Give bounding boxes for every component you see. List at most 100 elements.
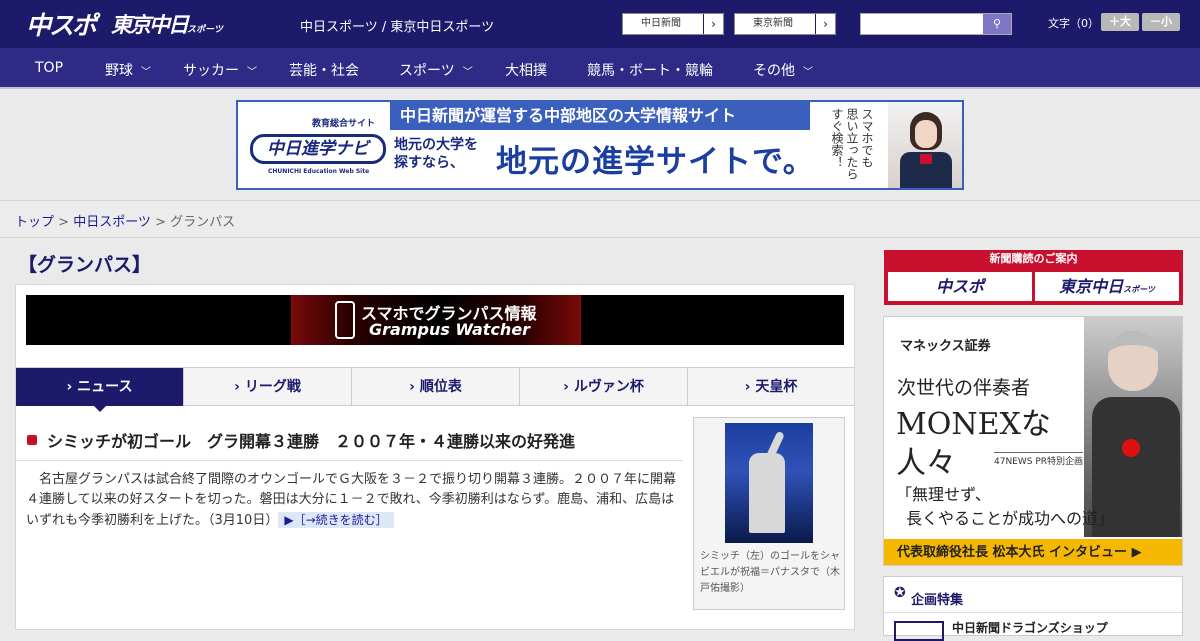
shingaku-navi-logo: 教育総合サイト 中日進学ナビ CHUNICHI Education Web Si… xyxy=(242,108,392,184)
tokyo-logo-small: スポーツ xyxy=(187,25,223,35)
nav-item-racing[interactable]: 競馬・ボート・競輪 xyxy=(587,60,713,80)
monex-quote-line1: 「無理せず、 xyxy=(896,485,991,504)
feature-thumbnail[interactable] xyxy=(894,621,944,641)
nav-label: 芸能・社会 xyxy=(289,63,359,79)
nav-item-soccer[interactable]: サッカー ﹀ xyxy=(183,60,257,80)
chevron-down-icon: ﹀ xyxy=(803,67,813,78)
search-icon: ⚲ xyxy=(992,17,1002,30)
subscription-box: 新聞購読のご案内 中スポ 東京中日スポーツ xyxy=(884,250,1183,305)
monex-line2: MONEXな xyxy=(896,407,1051,442)
photo-caption: シミッチ（左）のゴールをシャビエルが祝福＝パナスタで（木戸佑撮影） xyxy=(700,551,840,594)
nav-label: 競馬・ボート・競輪 xyxy=(587,63,713,79)
main-nav: TOP 野球 ﹀ サッカー ﹀ 芸能・社会 スポーツ ﹀ 大相撲 競馬・ボート・競輪 … xyxy=(0,48,1200,89)
search-box: ⚲ xyxy=(860,13,1012,35)
tab-league[interactable]: › リーグ戦 xyxy=(184,368,352,406)
model-face xyxy=(915,120,937,148)
nav-label: 大相撲 xyxy=(505,63,547,79)
tokyo-shimbun-button[interactable]: 東京新聞 › xyxy=(734,13,836,35)
grampus-watcher-center: スマホでグランパス情報 Grampus Watcher xyxy=(291,295,581,345)
logo-sub-text: CHUNICHI Education Web Site xyxy=(268,168,370,175)
nav-item-entertainment[interactable]: 芸能・社会 xyxy=(289,60,359,80)
divider xyxy=(16,460,683,461)
tab-levain-cup[interactable]: › ルヴァン杯 xyxy=(520,368,688,406)
chevron-down-icon: ﹀ xyxy=(247,67,257,78)
feature-title: 企画特集 xyxy=(911,593,964,608)
grampus-watcher-banner[interactable]: スマホでグランパス情報 Grampus Watcher xyxy=(26,295,844,345)
logo-main-text: 中日進学ナビ xyxy=(250,134,386,164)
tab-standings[interactable]: › 順位表 xyxy=(352,368,520,406)
logo-small-text: 教育総合サイト xyxy=(312,119,376,129)
monex-interview-bar: 代表取締役社長 松本大氏 インタビュー ▶ xyxy=(884,539,1182,565)
tab-news[interactable]: › ニュース xyxy=(16,368,184,412)
banner-vertical-3: すぐ検索！ xyxy=(830,108,844,168)
article-headline[interactable]: シミッチが初ゴール グラ開幕３連勝 ２００７年・４連勝以来の好発進 xyxy=(47,428,575,452)
breadcrumb-separator: > xyxy=(150,215,171,230)
chunichi-shimbun-button[interactable]: 中日新聞 › xyxy=(622,13,724,35)
breadcrumb-separator: > xyxy=(54,215,74,230)
nav-label: スポーツ xyxy=(399,63,455,79)
breadcrumb: トップ > 中日スポーツ > グランパス xyxy=(15,211,235,230)
article-photo-box: シミッチ（左）のゴールをシャビエルが祝福＝パナスタで（木戸佑撮影） xyxy=(693,417,845,610)
tokyo-shimbun-label: 東京新聞 xyxy=(753,18,793,29)
page-title: 【グランパス】 xyxy=(18,254,152,276)
banner-model-photo xyxy=(888,102,962,188)
tab-emperors-cup[interactable]: › 天皇杯 xyxy=(688,368,854,406)
search-button[interactable]: ⚲ xyxy=(983,14,1011,34)
tokyo-chunichi-small-label: スポーツ xyxy=(1123,285,1155,294)
feature-box: ✪ 企画特集 中日新聞ドラゴンズショップ xyxy=(883,576,1183,641)
article-photo[interactable] xyxy=(725,423,813,543)
article-bullet-icon xyxy=(27,435,37,445)
portrait-flower xyxy=(1122,439,1140,457)
search-input[interactable] xyxy=(861,14,983,34)
site-title: 中日スポーツ / 東京中日スポーツ xyxy=(300,20,495,35)
subscription-heading: 新聞購読のご案内 xyxy=(989,252,1078,265)
nav-item-sports[interactable]: スポーツ ﹀ xyxy=(399,60,473,80)
grampus-watcher-line2: Grampus Watcher xyxy=(369,320,531,339)
nav-item-other[interactable]: その他 ﹀ xyxy=(753,60,813,80)
ribbon-icon: ✪ xyxy=(894,585,906,601)
font-size-small-button[interactable]: －小 xyxy=(1142,13,1180,31)
breadcrumb-bar: トップ > 中日スポーツ > グランパス xyxy=(0,200,1200,238)
nav-label: 野球 xyxy=(105,63,133,79)
nav-item-sumo[interactable]: 大相撲 xyxy=(505,60,547,80)
chevron-right-icon: › xyxy=(703,14,723,34)
read-more-link[interactable]: ▶［→続きを読む］ xyxy=(278,512,394,528)
chuspo-logo[interactable]: 中スポ xyxy=(26,6,97,42)
feature-item-link[interactable]: 中日新聞ドラゴンズショップ xyxy=(952,619,1108,636)
banner-main-text: 地元の進学サイトで。 xyxy=(496,144,815,180)
banner-left-line1: 地元の大学を xyxy=(394,137,478,153)
chunichi-shimbun-label: 中日新聞 xyxy=(641,18,681,29)
main-content: スマホでグランパス情報 Grampus Watcher › ニュース › リーグ… xyxy=(15,284,855,630)
nav-item-top[interactable]: TOP xyxy=(35,60,63,76)
font-size-large-button[interactable]: ＋大 xyxy=(1101,13,1139,31)
chevron-right-icon: › xyxy=(815,14,835,34)
tokyo-logo-main: 東京中日 xyxy=(111,13,189,37)
nav-label: その他 xyxy=(753,63,795,79)
monex-quote-line2: 長くやることが成功への道」 xyxy=(906,509,1115,528)
banner-left-text: 地元の大学を 探すなら、 xyxy=(394,136,478,172)
breadcrumb-chuspo-link[interactable]: 中日スポーツ xyxy=(73,215,151,230)
shingaku-navi-ad-banner[interactable]: 教育総合サイト 中日進学ナビ CHUNICHI Education Web Si… xyxy=(236,100,964,190)
model-ribbon xyxy=(920,154,932,164)
smartphone-icon xyxy=(335,301,355,339)
subscribe-chuspo-button[interactable]: 中スポ xyxy=(888,272,1032,301)
nav-item-baseball[interactable]: 野球 ﹀ xyxy=(105,60,151,80)
breadcrumb-current: グランパス xyxy=(170,215,236,230)
banner-left-line2: 探すなら、 xyxy=(394,155,464,171)
nav-label: サッカー xyxy=(183,63,239,79)
site-header: 中スポ 東京中日スポーツ 中日スポーツ / 東京中日スポーツ 中日新聞 › 東京新… xyxy=(0,0,1200,48)
chevron-down-icon: ﹀ xyxy=(141,67,151,78)
monex-ad[interactable]: マネックス証券 次世代の伴奏者 MONEXな 人々 47NEWS PR特別企画 … xyxy=(883,316,1183,566)
banner-vertical-2: 思い立ったら xyxy=(845,108,859,180)
breadcrumb-top-link[interactable]: トップ xyxy=(15,215,54,230)
monex-pr-label: 47NEWS PR特別企画 xyxy=(994,452,1084,467)
font-size-label: 文字（0） xyxy=(1048,17,1099,30)
monex-line1: 次世代の伴奏者 xyxy=(897,377,1031,399)
banner-top-text: 中日新聞が運営する中部地区の大学情報サイト xyxy=(390,102,810,130)
banner-vertical-1: スマホでも xyxy=(860,108,874,168)
monex-line3: 人々 xyxy=(896,446,956,481)
subscribe-tokyo-chunichi-button[interactable]: 東京中日スポーツ xyxy=(1035,272,1179,301)
monex-quote: 「無理せず、長くやることが成功への道」 xyxy=(896,483,1114,531)
portrait-head xyxy=(1108,331,1158,391)
tokyo-chunichi-logo[interactable]: 東京中日スポーツ xyxy=(111,9,223,39)
